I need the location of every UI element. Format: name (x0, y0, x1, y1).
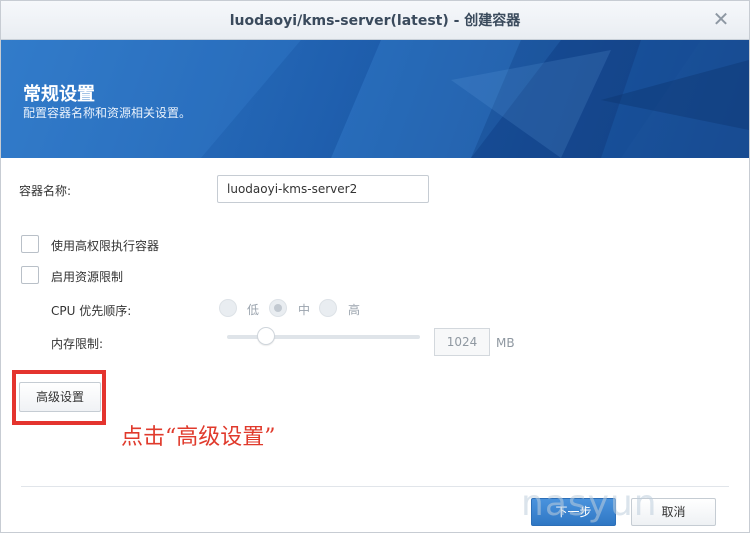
footer-divider (21, 486, 729, 487)
memory-unit-label: MB (496, 336, 515, 350)
title-bar: luodaoyi/kms-server(latest) - 创建容器 ✕ (1, 1, 749, 40)
privileged-checkbox[interactable] (21, 235, 39, 253)
annotation-highlight-box (12, 370, 106, 425)
window-title: luodaoyi/kms-server(latest) - 创建容器 (229, 13, 521, 29)
cpu-high-radio[interactable] (319, 299, 337, 317)
close-icon[interactable]: ✕ (711, 9, 731, 29)
memory-slider-thumb[interactable] (256, 327, 275, 345)
banner-pattern (1, 40, 749, 158)
privileged-label: 使用高权限执行容器 (51, 239, 160, 253)
memory-limit-input[interactable]: 1024 (434, 328, 490, 356)
cpu-low-label: 低 (247, 303, 260, 317)
container-name-label: 容器名称: (19, 184, 72, 198)
banner-heading: 常规设置 (23, 84, 95, 105)
create-container-dialog: luodaoyi/kms-server(latest) - 创建容器 ✕ 常规设… (0, 0, 750, 533)
cancel-button[interactable]: 取消 (631, 498, 716, 526)
next-button[interactable]: 下一步 (531, 498, 616, 526)
cpu-medium-label: 中 (298, 303, 311, 317)
cpu-low-radio[interactable] (219, 299, 237, 317)
banner-subheading: 配置容器名称和资源相关设置。 (23, 106, 192, 120)
annotation-text: 点击“高级设置” (121, 425, 276, 450)
memory-slider-track[interactable] (227, 335, 420, 339)
header-banner: 常规设置 配置容器名称和资源相关设置。 (1, 40, 749, 158)
resource-limit-checkbox[interactable] (21, 266, 39, 284)
cpu-medium-radio[interactable] (269, 299, 287, 317)
container-name-input[interactable]: luodaoyi-kms-server2 (217, 175, 429, 203)
cpu-priority-label: CPU 优先顺序: (51, 304, 132, 318)
cpu-high-label: 高 (348, 303, 361, 317)
memory-limit-label: 内存限制: (51, 337, 104, 351)
resource-limit-label: 启用资源限制 (51, 270, 124, 284)
